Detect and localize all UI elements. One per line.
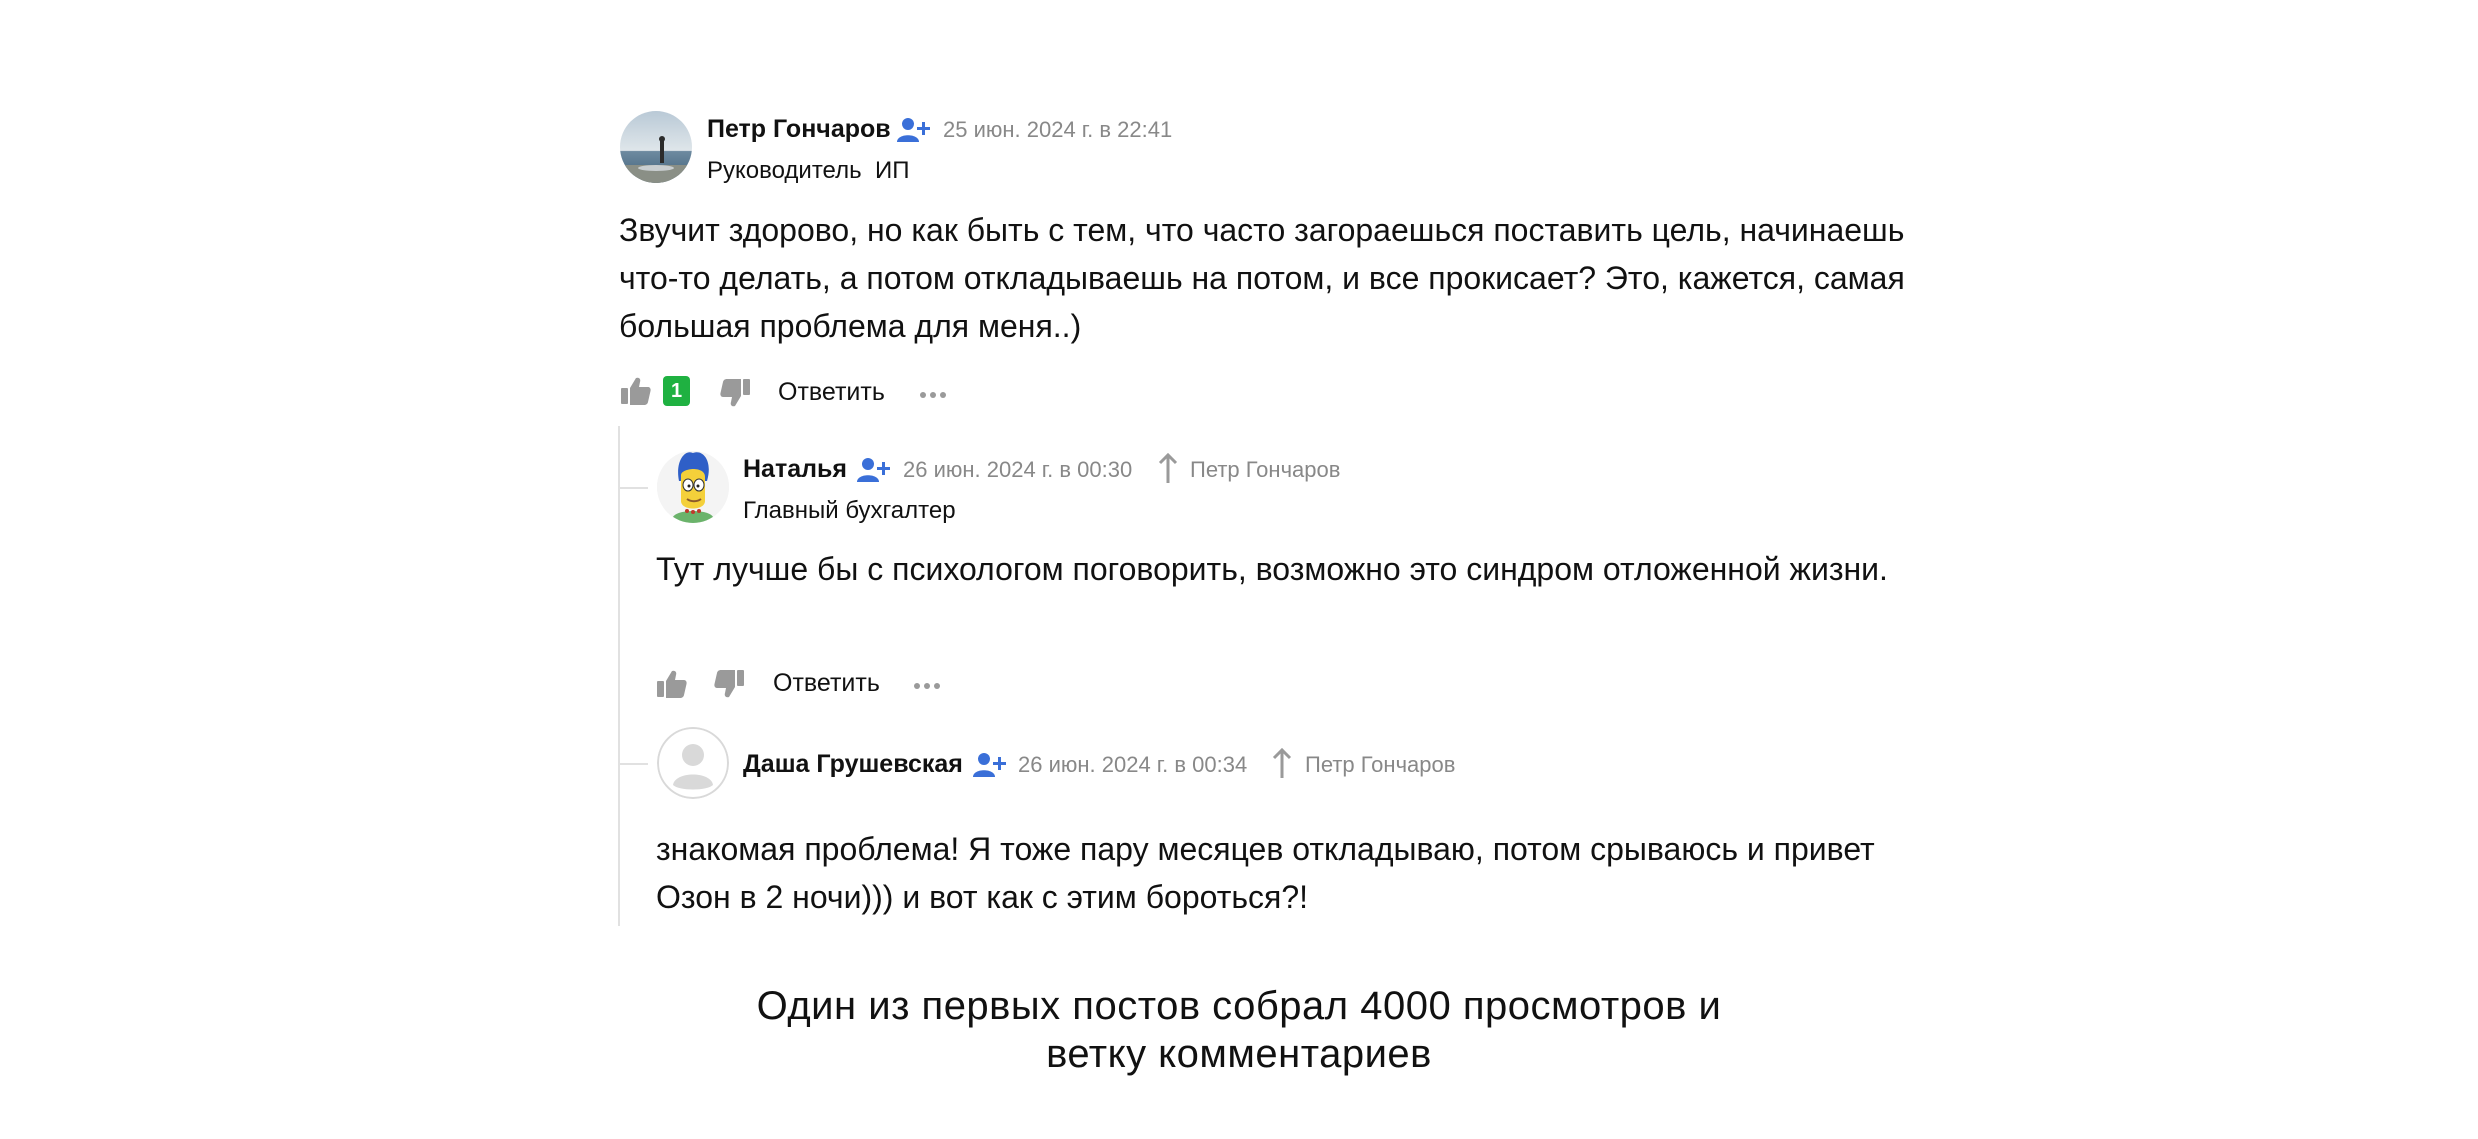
comment-date: 26 июн. 2024 г. в 00:30 [903, 457, 1133, 482]
author-name[interactable]: Даша Грушевская [743, 750, 963, 779]
avatar-petr[interactable] [620, 111, 692, 183]
thumbs-down-icon[interactable] [712, 667, 746, 701]
caption: Один из первых постов собрал 4000 просмо… [0, 982, 2478, 1078]
landscape-photo-avatar [620, 111, 692, 183]
thread-branch [620, 763, 648, 765]
default-user-avatar [657, 727, 729, 799]
comment-text: Тут лучше бы с психологом поговорить, во… [656, 551, 1888, 587]
avatar-natalya[interactable] [657, 451, 729, 523]
reply-to-author[interactable]: Петр Гончаров [1305, 752, 1455, 778]
comment-date: 26 июн. 2024 г. в 00:34 [1018, 752, 1248, 777]
arrow-up-icon [1157, 452, 1179, 484]
thumbs-up-icon[interactable] [655, 667, 689, 701]
cartoon-character-avatar [657, 451, 729, 523]
subscribe-user-icon[interactable] [856, 456, 890, 484]
thumbs-down-icon[interactable] [718, 376, 752, 410]
more-options-icon[interactable] [913, 678, 941, 689]
author-name[interactable]: Наталья [743, 455, 847, 484]
arrow-up-icon [1271, 747, 1293, 779]
subscribe-user-icon[interactable] [972, 751, 1006, 779]
thread-line [618, 426, 620, 926]
comment-date: 25 июн. 2024 г. в 22:41 [943, 117, 1173, 142]
thread-branch [620, 487, 648, 489]
comment-text: Звучит здорово, но как быть с тем, что ч… [619, 212, 1905, 344]
reply-to-author[interactable]: Петр Гончаров [1190, 457, 1340, 483]
avatar-dasha[interactable] [657, 727, 729, 799]
likes-count-badge: 1 [663, 376, 690, 406]
author-role: Руководитель ИП [707, 157, 910, 184]
reply-button[interactable]: Ответить [773, 669, 880, 698]
author-name[interactable]: Петр Гончаров [707, 115, 891, 144]
reply-button[interactable]: Ответить [778, 378, 885, 407]
subscribe-user-icon[interactable] [896, 116, 930, 144]
caption-line-2: ветку комментариев [1046, 1032, 1432, 1076]
caption-line-1: Один из первых постов собрал 4000 просмо… [756, 984, 1722, 1028]
more-options-icon[interactable] [919, 387, 947, 398]
comment-text: знакомая проблема! Я тоже пару месяцев о… [656, 831, 1875, 915]
thumbs-up-icon[interactable] [619, 374, 653, 408]
author-role: Главный бухгалтер [743, 497, 956, 524]
